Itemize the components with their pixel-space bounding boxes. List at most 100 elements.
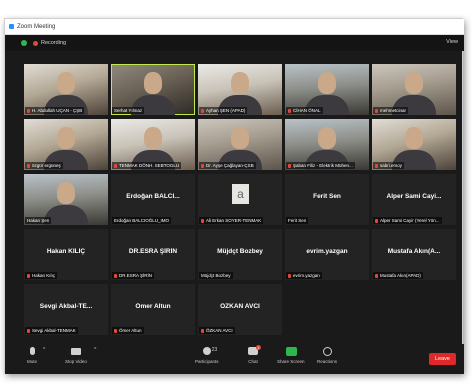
participant-video-face: [57, 72, 75, 94]
participant-display-name: ÖZKAN AVCI: [220, 303, 260, 310]
participant-name-label: CİHAN ÖNAL: [286, 107, 323, 114]
meeting-toolbar: Mute ^ Stop Video ^ 23 Participants 1 Ch…: [5, 344, 464, 374]
recording-icon: [33, 40, 38, 46]
participant-name-label: H. Abdullah UÇAN - ÇŞB: [25, 107, 85, 114]
participant-name-label: Ferit Sen: [286, 217, 309, 224]
reactions-button[interactable]: Reactions: [317, 347, 337, 364]
participant-tile[interactable]: Ferit Sen Ferit Sen: [285, 174, 369, 225]
muted-microphone-icon: [114, 163, 117, 168]
participant-name-label: Dr. Ayşe Çağlayan-ÇSB: [199, 162, 256, 169]
muted-microphone-icon: [114, 328, 117, 333]
participant-tile[interactable]: Mustafa Akın(A... Mustafa Akın(APAD): [372, 229, 456, 280]
window-title: Zoom Meeting: [17, 23, 56, 30]
participant-name-text: Alper Sami Cayir (Yerel Yön...: [380, 218, 440, 223]
share-screen-button[interactable]: Share Screen: [277, 347, 305, 364]
participant-tile[interactable]: Hakan Şen: [24, 174, 108, 225]
participant-tile[interactable]: a Ali Erkan SOYER-TENMAK: [198, 174, 282, 225]
participant-video-face: [231, 127, 249, 149]
participant-tile[interactable]: H. Abdullah UÇAN - ÇŞB: [24, 64, 108, 115]
chat-unread-badge: 1: [255, 345, 261, 350]
mute-button[interactable]: Mute: [27, 347, 37, 364]
participant-tile[interactable]: sabri.ersoy: [372, 119, 456, 170]
participant-name-label: Hakan Kılıç: [25, 272, 58, 279]
participant-tile[interactable]: Ömer Altun Ömer Altun: [111, 284, 195, 335]
participant-name-text: Ayhan ŞEN (APAD): [206, 108, 246, 113]
participant-name-label: TENMAK DÖNH. SEBTOGLU: [112, 162, 182, 169]
participant-name-text: mehmetcinar: [380, 108, 407, 113]
chat-label: Chat: [248, 359, 258, 364]
muted-microphone-icon: [288, 273, 291, 278]
participant-tile[interactable]: DR.ESRA ŞİRİN DR.ESRA ŞİRİN: [111, 229, 195, 280]
participant-tile[interactable]: Serhat Yılmaz: [111, 64, 195, 115]
participant-name-label: Müjdçt Bozbey: [199, 272, 233, 279]
participant-name-label: ÖZKAN AVCI: [199, 327, 235, 334]
stop-video-label: Stop Video: [65, 359, 87, 364]
participant-tile[interactable]: mehmetcinar: [372, 64, 456, 115]
participant-video-face: [57, 127, 75, 149]
participant-video-face: [231, 72, 249, 94]
participant-name-label: mehmetcinar: [373, 107, 409, 114]
participant-name-label: Sevgi Akbal-TENMAK: [25, 327, 78, 334]
participant-name-text: sabri.ersoy: [380, 163, 403, 168]
participant-tile[interactable]: Hakan KILIÇ Hakan Kılıç: [24, 229, 108, 280]
participant-tile[interactable]: Alper Sami Cayi... Alper Sami Cayir (Yere…: [372, 174, 456, 225]
stop-video-button[interactable]: Stop Video: [65, 347, 87, 364]
participant-name-text: Şaban Filiz - Elektrik Mühen...: [293, 163, 353, 168]
participant-name-text: DR.ESRA ŞİRİN: [119, 273, 153, 278]
participant-name-text: Mustafa Akın(APAD): [380, 273, 421, 278]
reactions-label: Reactions: [317, 359, 338, 364]
muted-microphone-icon: [201, 163, 204, 168]
participant-tile[interactable]: CİHAN ÖNAL: [285, 64, 369, 115]
video-options-caret-icon[interactable]: ^: [94, 347, 96, 353]
muted-microphone-icon: [27, 163, 30, 168]
security-shield-icon[interactable]: [21, 40, 27, 46]
participant-name-text: evrim.yazgan: [293, 273, 320, 278]
participant-display-name: Müjdçt Bozbey: [217, 248, 263, 255]
participants-button[interactable]: 23 Participants: [195, 347, 219, 364]
participant-name-text: Sevgi Akbal-TENMAK: [32, 328, 76, 333]
participant-name-label: özgür ergüneş: [25, 162, 63, 169]
camera-icon: [70, 348, 81, 355]
participant-name-text: Erdoğan BALCIOĞLU_IMO: [114, 218, 170, 223]
muted-microphone-icon: [375, 273, 378, 278]
participant-name-label: Şaban Filiz - Elektrik Mühen...: [286, 162, 355, 169]
muted-microphone-icon: [114, 273, 117, 278]
meeting-topbar: Recording View: [5, 35, 464, 51]
participant-name-text: ÖZKAN AVCI: [206, 328, 233, 333]
participant-name-label: Ali Erkan SOYER-TENMAK: [199, 217, 264, 224]
participant-tile[interactable]: Ayhan ŞEN (APAD): [198, 64, 282, 115]
participant-video-face: [318, 127, 336, 149]
participant-name-text: H. Abdullah UÇAN - ÇŞB: [32, 108, 83, 113]
participant-name-text: Ferit Sen: [288, 218, 307, 223]
participant-name-text: Hakan Şen: [27, 218, 50, 223]
participant-name-label: sabri.ersoy: [373, 162, 405, 169]
participant-tile[interactable]: evrim.yazgan evrim.yazgan: [285, 229, 369, 280]
leave-button[interactable]: Leave: [429, 353, 456, 365]
participant-display-name: evrim.yazgan: [306, 248, 348, 255]
participant-video-face: [405, 127, 423, 149]
reactions-icon: [322, 347, 332, 356]
participant-display-name: Ömer Altun: [135, 303, 171, 310]
participant-video-face: [57, 182, 75, 204]
audio-options-caret-icon[interactable]: ^: [43, 347, 45, 353]
muted-microphone-icon: [375, 163, 378, 168]
participant-tile[interactable]: Sevgi Akbal-TE... Sevgi Akbal-TENMAK: [24, 284, 108, 335]
participant-tile[interactable]: Erdoğan BALCI... Erdoğan BALCIOĞLU_IMO: [111, 174, 195, 225]
participant-name-label: Hakan Şen: [25, 217, 52, 224]
participant-display-name: Mustafa Akın(A...: [387, 248, 441, 255]
muted-microphone-icon: [201, 108, 204, 113]
participant-name-label: Mustafa Akın(APAD): [373, 272, 423, 279]
chat-button[interactable]: 1 Chat: [248, 345, 261, 364]
participant-name-label: DR.ESRA ŞİRİN: [112, 272, 155, 279]
zoom-app-icon: [9, 24, 14, 29]
participant-tile[interactable]: ÖZKAN AVCI ÖZKAN AVCI: [198, 284, 282, 335]
participant-tile[interactable]: Müjdçt Bozbey Müjdçt Bozbey: [198, 229, 282, 280]
participant-tile[interactable]: özgür ergüneş: [24, 119, 108, 170]
participant-tile[interactable]: Şaban Filiz - Elektrik Mühen...: [285, 119, 369, 170]
view-button[interactable]: View: [446, 39, 458, 45]
participant-tile[interactable]: TENMAK DÖNH. SEBTOGLU: [111, 119, 195, 170]
muted-microphone-icon: [27, 328, 30, 333]
muted-microphone-icon: [375, 108, 378, 113]
participant-tile[interactable]: Dr. Ayşe Çağlayan-ÇSB: [198, 119, 282, 170]
participant-display-name: DR.ESRA ŞİRİN: [128, 248, 178, 255]
